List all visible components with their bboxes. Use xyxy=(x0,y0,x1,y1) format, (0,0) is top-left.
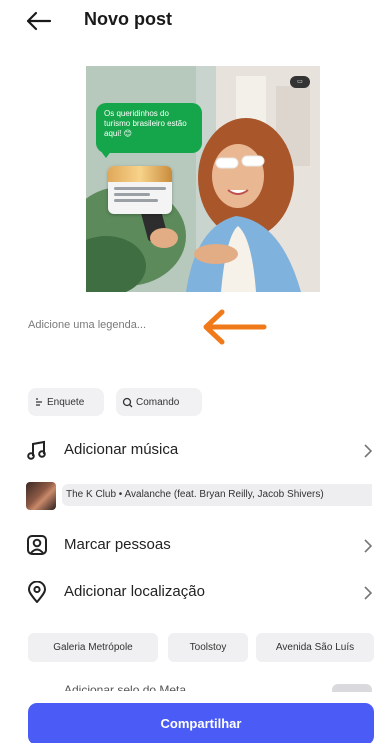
poll-chip[interactable]: Enquete xyxy=(28,388,104,416)
tag-people-label: Marcar pessoas xyxy=(64,536,171,553)
location-chip[interactable]: Toolstoy xyxy=(168,633,248,662)
chevron-right-icon xyxy=(364,444,372,458)
poll-chip-label: Enquete xyxy=(47,396,85,408)
album-art xyxy=(26,482,56,510)
chevron-right-icon xyxy=(364,539,372,553)
poll-icon xyxy=(36,398,42,406)
location-chip[interactable]: Avenida São Luís xyxy=(256,633,374,662)
music-note-icon xyxy=(27,440,46,460)
share-button[interactable]: Compartilhar xyxy=(28,703,374,743)
orange-arrow-icon xyxy=(203,309,267,345)
header: Novo post xyxy=(0,0,377,44)
location-pin-icon xyxy=(27,581,47,603)
caption-input[interactable]: Adicione uma legenda... xyxy=(28,319,146,331)
media-badge[interactable]: ▭ xyxy=(290,76,310,88)
command-chip-label: Comando xyxy=(136,396,180,408)
speech-bubble-tail xyxy=(100,150,112,158)
music-suggestion[interactable]: The K Club • Avalanche (feat. Bryan Reil… xyxy=(0,480,377,510)
command-chip[interactable]: Comando xyxy=(116,388,202,416)
music-track-title: The K Club • Avalanche (feat. Bryan Reil… xyxy=(62,484,372,506)
mini-card xyxy=(108,166,172,214)
search-icon xyxy=(122,397,133,407)
add-location-label: Adicionar localização xyxy=(64,583,205,600)
add-location-row[interactable]: Adicionar localização xyxy=(0,572,377,612)
location-chip[interactable]: Galeria Metrópole xyxy=(28,633,158,662)
speech-bubble: Os queridinhos do turismo brasileiro est… xyxy=(96,103,202,153)
chevron-right-icon xyxy=(364,586,372,600)
toggle-switch[interactable] xyxy=(332,684,372,692)
hidden-option-label: Adicionar selo do Meta xyxy=(64,683,187,691)
add-music-row[interactable]: Adicionar música xyxy=(0,430,377,470)
tag-people-icon xyxy=(27,535,47,555)
post-image-preview[interactable]: Os queridinhos do turismo brasileiro est… xyxy=(86,66,320,292)
back-arrow-icon[interactable] xyxy=(22,8,54,34)
tag-people-row[interactable]: Marcar pessoas xyxy=(0,525,377,565)
page-title: Novo post xyxy=(84,9,172,29)
add-music-label: Adicionar música xyxy=(64,441,179,458)
